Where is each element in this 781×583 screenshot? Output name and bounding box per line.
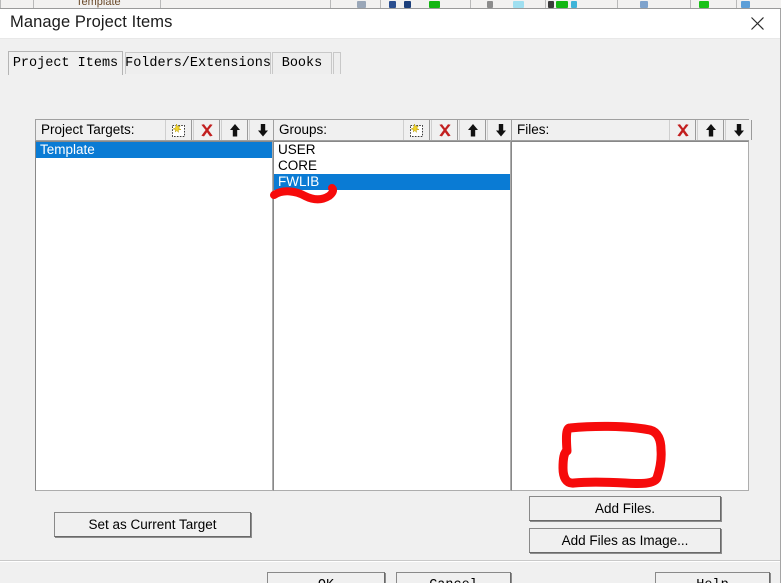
move-up-icon (229, 123, 240, 136)
bg-toolbar-icon (640, 1, 648, 8)
manage-project-items-dialog: Manage Project Items Project Items Folde… (0, 9, 781, 583)
dialog-titlebar: Manage Project Items (0, 9, 780, 38)
dialog-client-area: Project Items Folders/Extensions Books P… (0, 38, 780, 583)
button-label: Add Files. (594, 501, 656, 516)
list-item[interactable]: CORE (274, 158, 510, 174)
close-button[interactable] (734, 9, 780, 38)
bg-toolbar-icon (548, 1, 554, 8)
bg-toolbar-icon (699, 1, 709, 8)
cancel-button[interactable]: Cancel (396, 572, 511, 583)
move-down-icon (495, 123, 506, 136)
groups-move-down-button[interactable] (487, 120, 514, 140)
new-item-icon (171, 122, 185, 137)
groups-new-button[interactable] (403, 120, 430, 140)
project-targets-new-button[interactable] (165, 120, 192, 140)
move-down-icon (733, 123, 744, 136)
ok-button[interactable]: OK (267, 572, 385, 583)
files-move-up-button[interactable] (697, 120, 724, 140)
dialog-title: Manage Project Items (10, 13, 173, 31)
groups-move-up-button[interactable] (459, 120, 486, 140)
groups-list[interactable]: USER CORE FWLIB (273, 141, 511, 491)
groups-header: Groups: (273, 119, 514, 141)
tab-label: Books (281, 56, 323, 71)
background-tab-label: Template (76, 0, 121, 8)
bg-toolbar-icon (556, 1, 568, 8)
tab-project-items[interactable]: Project Items (8, 51, 123, 75)
delete-icon (676, 123, 689, 136)
list-item[interactable]: Template (36, 142, 272, 158)
tab-label: Folders/Extensions (125, 56, 271, 71)
project-targets-list[interactable]: Template (35, 141, 273, 491)
list-item[interactable]: USER (274, 142, 510, 158)
bg-toolbar-icon (571, 1, 577, 8)
button-label: Help (696, 578, 728, 583)
background-window-strip: Template (0, 0, 781, 9)
button-label: Add Files as Image... (561, 533, 689, 548)
tab-bar: Project Items Folders/Extensions Books (8, 51, 772, 75)
close-icon (750, 17, 764, 30)
project-targets-label: Project Targets: (41, 122, 135, 137)
button-label: Set as Current Target (88, 517, 217, 532)
button-label: Cancel (429, 578, 478, 583)
files-label: Files: (517, 122, 550, 137)
new-item-icon (409, 122, 423, 137)
groups-label: Groups: (279, 122, 328, 137)
project-targets-header: Project Targets: (35, 119, 276, 141)
screen: Template Manage Project Items Project It… (0, 0, 781, 583)
tab-books[interactable]: Books (272, 52, 332, 74)
bg-toolbar-icon (357, 1, 366, 8)
add-files-button[interactable]: Add Files. (529, 496, 721, 521)
bg-toolbar-icon (404, 1, 411, 8)
tab-label: Project Items (12, 56, 119, 71)
project-targets-move-down-button[interactable] (249, 120, 276, 140)
tab-spacer (333, 52, 341, 74)
project-items-panel: Project Targets: Template Groups: USER C… (8, 75, 772, 553)
bg-toolbar-icon (513, 1, 524, 8)
files-list[interactable] (511, 141, 749, 491)
button-label: OK (318, 578, 334, 583)
groups-delete-button[interactable] (431, 120, 458, 140)
move-down-icon (257, 123, 268, 136)
move-up-icon (705, 123, 716, 136)
list-item[interactable]: FWLIB (274, 174, 510, 190)
files-move-down-button[interactable] (725, 120, 752, 140)
files-header: Files: (511, 119, 752, 141)
delete-icon (200, 123, 213, 136)
bg-toolbar-icon (741, 1, 750, 8)
add-files-as-image-button[interactable]: Add Files as Image... (529, 528, 721, 553)
bg-toolbar-icon (487, 1, 493, 8)
files-delete-button[interactable] (669, 120, 696, 140)
delete-icon (438, 123, 451, 136)
project-targets-delete-button[interactable] (193, 120, 220, 140)
set-as-current-target-button[interactable]: Set as Current Target (54, 512, 251, 537)
tab-folders-extensions[interactable]: Folders/Extensions (125, 52, 271, 74)
bg-toolbar-icon (389, 1, 396, 8)
move-up-icon (467, 123, 478, 136)
project-targets-move-up-button[interactable] (221, 120, 248, 140)
bg-toolbar-icon (429, 1, 440, 8)
footer-separator-highlight (0, 561, 780, 562)
help-button[interactable]: Help (655, 572, 770, 583)
